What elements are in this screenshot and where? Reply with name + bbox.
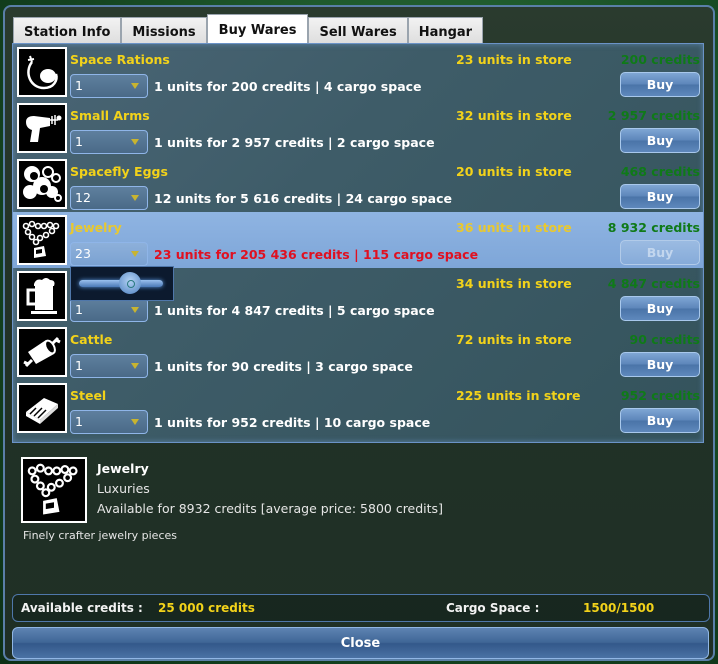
stock-count: 32 units in store (456, 108, 572, 123)
ware-row[interactable]: Steel 1 1 units for 952 credits | 10 car… (13, 380, 703, 436)
quantity-dropdown[interactable]: 23 (70, 242, 148, 266)
chevron-down-icon (131, 83, 139, 89)
purchase-summary: 1 units for 90 credits | 3 cargo space (154, 359, 413, 374)
quantity-value: 23 (75, 246, 91, 261)
unit-price: 200 credits (620, 52, 700, 67)
tab-sell-wares[interactable]: Sell Wares (308, 17, 408, 46)
cargo-label: Cargo Space : (446, 601, 540, 615)
details-category: Luxuries (97, 481, 150, 496)
stock-count: 34 units in store (456, 276, 572, 291)
quantity-dropdown[interactable]: 1 (70, 130, 148, 154)
quantity-value: 1 (75, 414, 83, 429)
ware-row[interactable]: Small Arms 1 1 units for 2 957 credits |… (13, 100, 703, 156)
unit-price: 8 932 credits (607, 220, 700, 235)
unit-price: 90 credits (629, 332, 700, 347)
chevron-down-icon (131, 419, 139, 425)
item-name: Spacefly Eggs (70, 164, 168, 179)
meat-icon (17, 327, 67, 377)
status-bar: Available credits : 25 000 credits Cargo… (12, 594, 710, 622)
item-name: Steel (70, 388, 107, 403)
quantity-value: 1 (75, 78, 83, 93)
item-name: Small Arms (70, 108, 150, 123)
quantity-dropdown[interactable]: 1 (70, 298, 148, 322)
station-window: Station Info Missions Buy Wares Sell War… (3, 5, 715, 661)
jewelry-icon (21, 457, 87, 523)
quantity-value: 1 (75, 358, 83, 373)
quantity-dropdown[interactable]: 12 (70, 186, 148, 210)
unit-price: 2 957 credits (607, 108, 700, 123)
tab-station-info[interactable]: Station Info (13, 17, 122, 46)
stock-count: 225 units in store (456, 388, 581, 403)
tab-bar: Station Info Missions Buy Wares Sell War… (13, 14, 484, 46)
credits-label: Available credits : (21, 601, 143, 615)
jewelry-icon (17, 215, 67, 265)
purchase-summary: 1 units for 2 957 credits | 2 cargo spac… (154, 135, 435, 150)
ware-row-selected[interactable]: Jewelry 23 23 units for 205 436 credits … (13, 212, 703, 268)
chevron-down-icon (131, 195, 139, 201)
purchase-summary: 1 units for 952 credits | 10 cargo space (154, 415, 431, 430)
ware-row[interactable]: Cattle 1 1 units for 90 credits | 3 carg… (13, 324, 703, 380)
tab-missions[interactable]: Missions (121, 17, 207, 46)
quantity-dropdown[interactable]: 1 (70, 410, 148, 434)
quantity-dropdown[interactable]: 1 (70, 354, 148, 378)
unit-price: 468 credits (620, 164, 700, 179)
unit-price: 952 credits (620, 388, 700, 403)
eggs-icon (17, 159, 67, 209)
purchase-summary: 1 units for 4 847 credits | 5 cargo spac… (154, 303, 435, 318)
details-description: Finely crafter jewelry pieces (23, 529, 177, 542)
quantity-dropdown[interactable]: 1 (70, 74, 148, 98)
chevron-down-icon (131, 363, 139, 369)
buy-button[interactable]: Buy (620, 296, 700, 321)
wares-list: Space Rations 1 1 units for 200 credits … (12, 43, 704, 443)
tab-buy-wares[interactable]: Buy Wares (206, 14, 309, 46)
purchase-summary: 1 units for 200 credits | 4 cargo space (154, 79, 422, 94)
buy-button[interactable]: Buy (620, 352, 700, 377)
quantity-value: 12 (75, 190, 91, 205)
purchase-summary-over-budget: 23 units for 205 436 credits | 115 cargo… (154, 247, 479, 262)
ware-row[interactable]: Space Rations 1 1 units for 200 credits … (13, 44, 703, 100)
close-button[interactable]: Close (12, 627, 709, 659)
quantity-value: 1 (75, 302, 83, 317)
ware-row[interactable]: Spacefly Eggs 12 12 units for 5 616 cred… (13, 156, 703, 212)
buy-button[interactable]: Buy (620, 408, 700, 433)
item-name: Space Rations (70, 52, 170, 67)
item-name: Cattle (70, 332, 113, 347)
details-availability: Available for 8932 credits [average pric… (97, 501, 443, 516)
stock-count: 36 units in store (456, 220, 572, 235)
item-name: Jewelry (70, 220, 122, 235)
ware-details-panel: Jewelry Luxuries Available for 8932 cred… (17, 452, 697, 552)
quantity-slider-popup (70, 266, 174, 301)
chevron-down-icon (131, 139, 139, 145)
quantity-value: 1 (75, 134, 83, 149)
credits-value: 25 000 credits (158, 601, 255, 615)
ingot-icon (17, 383, 67, 433)
raygun-icon (17, 103, 67, 153)
chevron-down-icon (131, 251, 139, 257)
stock-count: 72 units in store (456, 332, 572, 347)
chevron-down-icon (131, 307, 139, 313)
tab-hangar[interactable]: Hangar (407, 17, 484, 46)
purchase-summary: 12 units for 5 616 credits | 24 cargo sp… (154, 191, 452, 206)
buy-button[interactable]: Buy (620, 72, 700, 97)
quantity-slider-thumb[interactable] (119, 272, 142, 294)
unit-price: 4 847 credits (607, 276, 700, 291)
buy-button[interactable]: Buy (620, 128, 700, 153)
stock-count: 23 units in store (456, 52, 572, 67)
cargo-value: 1500/1500 (583, 601, 655, 615)
food-icon (17, 47, 67, 97)
details-name: Jewelry (97, 461, 149, 476)
stock-count: 20 units in store (456, 164, 572, 179)
buy-button-disabled[interactable]: Buy (620, 240, 700, 265)
buy-button[interactable]: Buy (620, 184, 700, 209)
beer-mug-icon (17, 271, 67, 321)
